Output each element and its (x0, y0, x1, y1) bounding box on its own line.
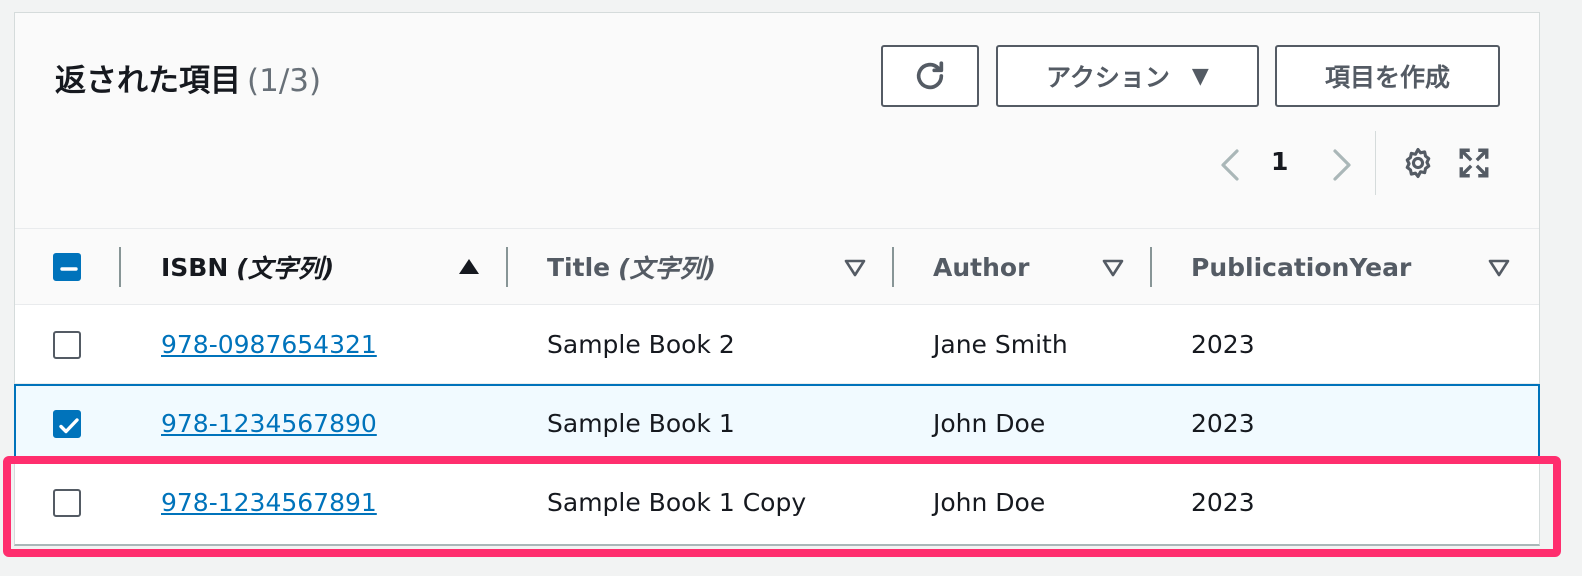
next-page-button[interactable] (1325, 145, 1359, 189)
actions-dropdown-button[interactable]: アクション ▼ (996, 45, 1259, 107)
panel-header: 返された項目 (1/3) アクション ▼ 項目を作成 1 (15, 13, 1539, 229)
column-resize-handle[interactable] (506, 247, 508, 287)
sort-ascending-icon[interactable] (457, 255, 481, 283)
author-cell: Jane Smith (933, 329, 1068, 359)
isbn-link[interactable]: 978-1234567890 (161, 409, 377, 438)
item-count: (1/3) (247, 63, 322, 99)
column-header-author[interactable]: Author (933, 229, 1029, 305)
column-name: Author (933, 252, 1030, 282)
title-text: 返された項目 (55, 63, 241, 99)
year-cell: 2023 (1191, 409, 1255, 438)
row-checkbox-checked[interactable] (53, 410, 81, 438)
isbn-link[interactable]: 978-0987654321 (161, 330, 377, 359)
column-header-publication-year[interactable]: PublicationYear (1191, 229, 1411, 305)
sort-unsorted-icon[interactable] (1487, 255, 1511, 283)
isbn-cell: 978-0987654321 (161, 305, 377, 383)
create-item-button[interactable]: 項目を作成 (1275, 45, 1500, 107)
isbn-link[interactable]: 978-1234567891 (161, 488, 377, 517)
indeterminate-icon (60, 267, 78, 271)
table-row-selected[interactable]: 978-1234567890 Sample Book 1 John Doe 20… (14, 384, 1540, 463)
actions-label: アクション (1046, 63, 1170, 92)
year-cell: 2023 (1191, 329, 1255, 359)
table-header-row: ISBN (文字列) Title (文字列) Author Publicatio… (15, 229, 1539, 305)
refresh-button[interactable] (881, 45, 979, 107)
year-cell: 2023 (1191, 488, 1255, 517)
select-all-checkbox[interactable] (53, 253, 81, 281)
column-type: (文字列) (236, 254, 335, 283)
sort-unsorted-icon[interactable] (1101, 255, 1125, 283)
column-header-isbn[interactable]: ISBN (文字列) (161, 229, 334, 305)
row-checkbox[interactable] (53, 489, 81, 517)
title-cell: Sample Book 1 (547, 409, 735, 438)
caret-down-icon: ▼ (1191, 63, 1209, 89)
title-cell: Sample Book 2 (547, 329, 735, 359)
column-name: Title (547, 252, 611, 282)
sort-unsorted-icon[interactable] (843, 255, 867, 283)
author-cell: John Doe (933, 409, 1046, 438)
isbn-cell: 978-1234567891 (161, 463, 377, 542)
page-title: 返された項目 (1/3) (55, 55, 321, 100)
previous-page-button[interactable] (1213, 145, 1247, 189)
column-header-title[interactable]: Title (文字列) (547, 229, 716, 305)
column-name: ISBN (161, 252, 229, 282)
table-row[interactable]: 978-0987654321 Sample Book 2 Jane Smith … (15, 305, 1539, 384)
chevron-right-icon (1333, 149, 1351, 181)
column-resize-handle[interactable] (1150, 247, 1152, 287)
table-row[interactable]: 978-1234567891 Sample Book 1 Copy John D… (15, 463, 1539, 542)
isbn-cell: 978-1234567890 (161, 386, 377, 461)
column-separator (119, 247, 121, 287)
chevron-left-icon (1221, 149, 1239, 181)
gear-icon (1405, 147, 1431, 179)
refresh-icon (916, 61, 944, 90)
column-type: (文字列) (618, 254, 716, 283)
column-resize-handle[interactable] (892, 247, 894, 287)
checkmark-icon (59, 418, 79, 434)
row-checkbox[interactable] (53, 331, 81, 359)
pagination-divider (1375, 131, 1376, 195)
fullscreen-icon (1459, 148, 1489, 178)
preferences-button[interactable] (1401, 146, 1435, 184)
column-name: PublicationYear (1191, 252, 1412, 282)
page-number-1[interactable]: 1 (1271, 147, 1288, 176)
author-cell: John Doe (933, 488, 1046, 517)
items-panel: 返された項目 (1/3) アクション ▼ 項目を作成 1 ISBN (文字列) … (14, 12, 1540, 546)
fullscreen-button[interactable] (1457, 146, 1491, 184)
title-cell: Sample Book 1 Copy (547, 488, 807, 517)
